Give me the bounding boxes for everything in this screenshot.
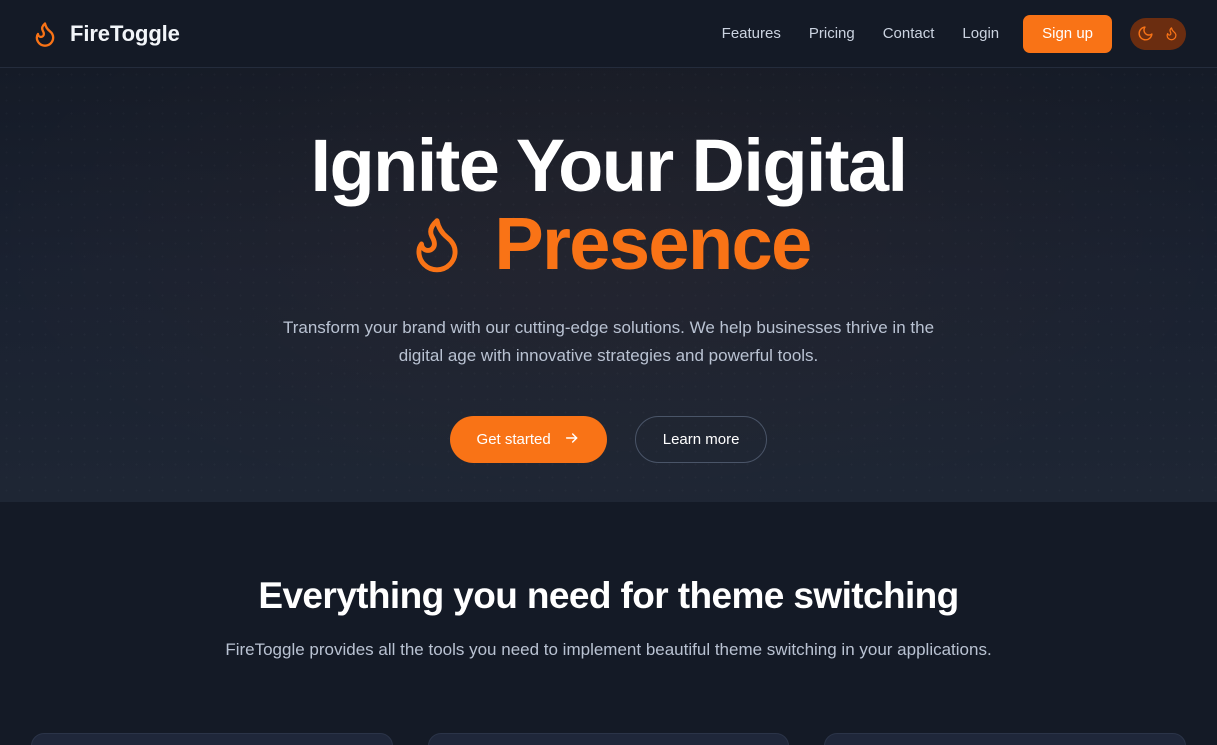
- hero-title-line-2: Presence: [0, 202, 1217, 285]
- hero-title-accent: Presence: [494, 202, 812, 285]
- feature-card-3[interactable]: [824, 733, 1187, 745]
- feature-card-grid: [31, 733, 1187, 745]
- hero-section: Ignite Your Digital Presence Transform y…: [0, 68, 1217, 502]
- hero-subtitle: Transform your brand with our cutting-ed…: [282, 318, 935, 365]
- nav-link-features[interactable]: Features: [708, 17, 795, 50]
- learn-more-button[interactable]: Learn more: [634, 416, 768, 463]
- hero-content: Ignite Your Digital Presence Transform y…: [0, 68, 1217, 463]
- feature-card-1[interactable]: [31, 733, 393, 745]
- flame-icon: [406, 213, 468, 275]
- site-header: FireToggle Features Pricing Contact Logi…: [0, 0, 1217, 68]
- hero-title: Ignite Your Digital Presence: [0, 129, 1217, 285]
- moon-icon: [1137, 25, 1154, 42]
- flame-icon: [1164, 26, 1179, 41]
- nav-link-pricing[interactable]: Pricing: [795, 17, 869, 50]
- hero-cta-group: Get started Learn more: [0, 416, 1217, 463]
- sign-up-button[interactable]: Sign up: [1023, 14, 1112, 53]
- hero-title-line-1: Ignite Your Digital: [310, 124, 908, 207]
- flame-icon: [31, 20, 59, 48]
- brand-name: FireToggle: [70, 20, 180, 46]
- get-started-button[interactable]: Get started: [449, 416, 607, 463]
- arrow-right-icon: [564, 430, 580, 450]
- features-section: Everything you need for theme switching …: [0, 502, 1217, 745]
- get-started-label: Get started: [476, 431, 551, 448]
- brand-logo[interactable]: FireToggle: [31, 20, 180, 48]
- nav-link-login[interactable]: Login: [948, 17, 1013, 50]
- nav-link-contact[interactable]: Contact: [869, 17, 949, 50]
- nav-link-list: Features Pricing Contact Login: [708, 17, 1013, 50]
- feature-card-2[interactable]: [427, 733, 790, 745]
- theme-toggle[interactable]: [1130, 17, 1186, 50]
- main-navigation: Features Pricing Contact Login Sign up: [708, 14, 1186, 53]
- features-subtitle: FireToggle provides all the tools you ne…: [225, 640, 992, 659]
- features-title: Everything you need for theme switching: [258, 575, 959, 616]
